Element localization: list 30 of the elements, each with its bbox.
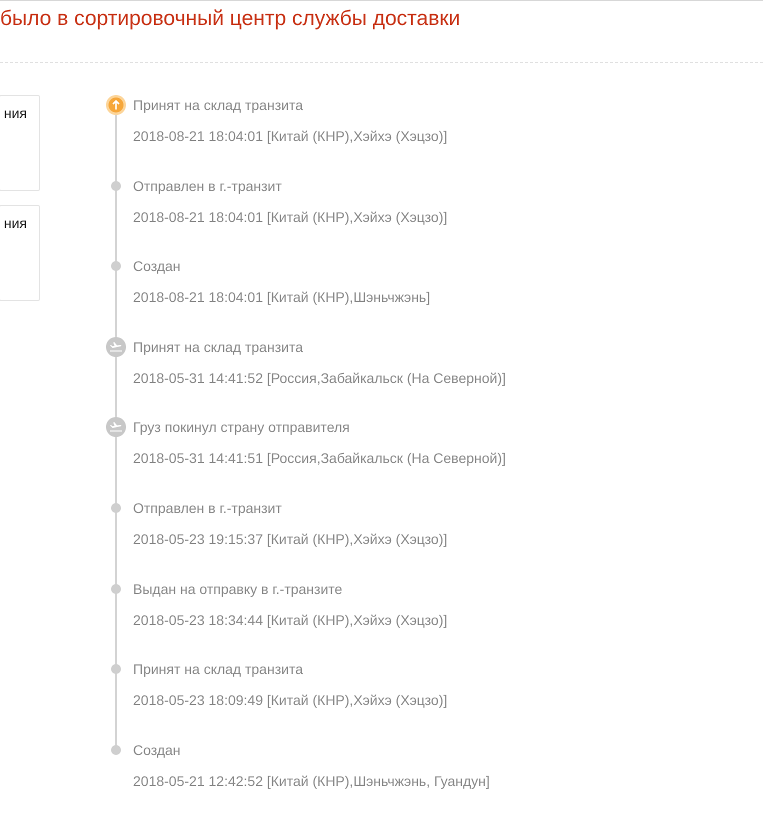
- timeline-dot: [111, 744, 121, 755]
- event-detail: 2018-05-31 14:41:51 [Россия,Забайкальск (На Северной)]: [133, 449, 506, 468]
- event-status: Принят на склад транзита: [133, 96, 304, 115]
- event-detail: 2018-08-21 18:04:01 [Китай (КНР),Шэньчжэнь]: [133, 288, 430, 308]
- timeline-dot: [111, 584, 121, 594]
- event-detail: 2018-05-23 18:34:44 [Китай (КНР),Хэйхэ (Хэцзо)]: [133, 610, 448, 630]
- event-status: Отправлен в г.-транзит: [133, 498, 283, 518]
- event-status: Выдан на отправку в г.-транзите: [133, 580, 344, 599]
- event-detail: 2018-08-21 18:04:01 [Китай (КНР),Хэйхэ (Хэцзо)]: [133, 127, 448, 146]
- event-detail: 2018-05-23 18:09:49 [Китай (КНР),Хэйхэ (Хэцзо)]: [133, 691, 448, 710]
- event-status: Отправлен в г.-транзит: [133, 176, 283, 196]
- event-status: Груз покинул страну отправителя: [133, 418, 351, 438]
- status-headline: было в сортировочный центр службы доставки: [0, 7, 460, 30]
- event-detail: 2018-05-23 19:15:37 [Китай (КНР),Хэйхэ (Хэцзо)]: [133, 530, 448, 549]
- timeline-dot: [111, 502, 121, 513]
- card-text: ния: [4, 215, 27, 231]
- event-status: Создан: [133, 740, 182, 760]
- event-detail: 2018-05-31 14:41:52 [Россия,Забайкальск (На Северной)]: [133, 368, 506, 388]
- plane-icon: [106, 417, 126, 438]
- up-arrow-icon: [106, 95, 126, 115]
- event-detail: 2018-08-21 18:04:01 [Китай (КНР),Хэйхэ (Хэцзо)]: [133, 208, 448, 227]
- timeline-dot: [111, 180, 121, 191]
- event-detail: 2018-05-21 12:42:52 [Китай (КНР),Шэньчжэнь, Гуандун]: [133, 772, 490, 791]
- event-status: Создан: [133, 257, 182, 276]
- plane-icon: [106, 336, 126, 357]
- event-status: Принят на склад транзита: [133, 338, 304, 357]
- event-status: Принят на склад транзита: [133, 660, 304, 680]
- timeline-dot: [111, 261, 121, 272]
- card-text: ния: [4, 105, 27, 121]
- timeline-dot: [111, 664, 121, 674]
